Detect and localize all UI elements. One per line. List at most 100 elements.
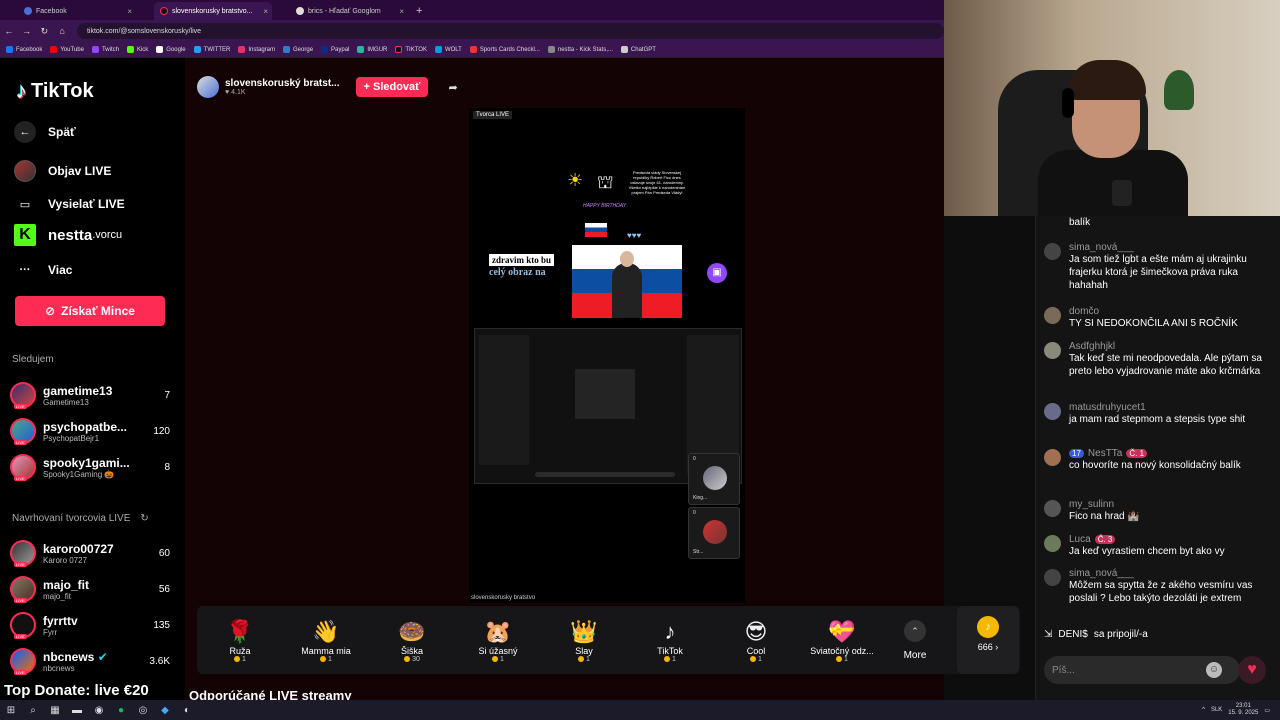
tiktok-logo[interactable]: ♪ TikTok	[16, 78, 94, 104]
avatar[interactable]	[1044, 500, 1061, 517]
following-account[interactable]: LIVE gametime13 Gametime13 7	[10, 380, 170, 410]
lang-indicator[interactable]: SLK	[1211, 707, 1222, 713]
gift-item[interactable]: 👑 Slay 1	[541, 618, 627, 663]
new-tab-button[interactable]: +	[416, 2, 422, 20]
gift-item[interactable]: 😎 Cool 1	[713, 618, 799, 663]
bookmark-item[interactable]: YouTube	[50, 46, 84, 53]
gift-name: Si úžasný	[478, 645, 518, 656]
bookmark-item[interactable]: TWITTER	[193, 46, 230, 53]
suggested-account[interactable]: LIVE fyrrttv Fyrr 135	[10, 610, 170, 640]
bookmark-item[interactable]: WOLT	[434, 46, 462, 53]
guest-tile[interactable]: 0 Str...	[688, 507, 740, 559]
more-gifts-button[interactable]: ⌃ More	[885, 619, 945, 661]
forward-arrow-icon[interactable]: →	[18, 26, 36, 36]
refresh-icon[interactable]: ↻	[140, 513, 148, 524]
spotify-icon[interactable]: ●	[110, 705, 132, 716]
chat-message[interactable]: matusdruhyucet1 ja mam rad stepmom a step…	[1044, 402, 1274, 426]
notification-icon[interactable]: ▭	[1264, 707, 1270, 714]
chat-username[interactable]: Luca Č. 3	[1069, 534, 1225, 545]
sidebar-item-nestta[interactable]: K nestta .vorcu	[14, 224, 122, 246]
sidebar-item-discover-live[interactable]: Objav LIVE	[14, 160, 111, 182]
chat-username[interactable]: domčo	[1069, 306, 1238, 317]
bookmark-item[interactable]: TIKTOK	[395, 46, 427, 53]
gift-item[interactable]: 🍩 Šiška 30	[369, 618, 455, 663]
search-icon[interactable]: ⌕	[22, 705, 44, 716]
bookmark-item[interactable]: Paypal	[321, 46, 349, 53]
share-icon[interactable]: ➦	[448, 81, 457, 94]
tab-google[interactable]: brics - Hľadať Googlom ×	[290, 2, 408, 20]
bookmark-item[interactable]: Kick	[126, 46, 148, 53]
sidebar-item-go-live[interactable]: ▭ Vysielať LIVE	[14, 193, 125, 215]
clock[interactable]: 23:01 15. 9. 2025	[1228, 703, 1258, 717]
bookmark-item[interactable]: IMGUR	[357, 46, 387, 53]
chrome-icon[interactable]: ◉	[88, 705, 110, 716]
back-link[interactable]: ← Späť	[14, 121, 76, 143]
tab-tiktok[interactable]: slovenskorusky bratstvo... ×	[154, 2, 272, 20]
avatar[interactable]	[1044, 449, 1061, 466]
chat-message[interactable]: Asdfghhjkl Tak keď ste mi neodpovedala. A…	[1044, 341, 1274, 378]
bookmark-item[interactable]: Sports Cards Checkl...	[469, 46, 540, 53]
browser-icon[interactable]: ◎	[132, 705, 154, 716]
home-icon[interactable]: ⌂	[53, 26, 71, 36]
avatar[interactable]	[1044, 403, 1061, 420]
taskview-icon[interactable]: ▦	[44, 705, 66, 716]
chat-message[interactable]: domčo TY SI NEDOKONČILA ANI 5 ROČNÍK	[1044, 306, 1274, 330]
follow-button[interactable]: + Sledovať	[355, 77, 429, 97]
chat-username[interactable]: Asdfghhjkl	[1069, 341, 1274, 352]
suggested-account[interactable]: LIVE nbcnews ✔ nbcnews 3.6K	[10, 646, 170, 676]
avatar[interactable]	[1044, 569, 1061, 586]
following-account[interactable]: LIVE spooky1gami... Spooky1Gaming 🎃 8	[10, 452, 170, 482]
chat-username[interactable]: my_sulinn	[1069, 499, 1140, 510]
chat-message[interactable]: balík	[1044, 216, 1274, 229]
bookmark-item[interactable]: Instagram	[238, 46, 275, 53]
coin-balance-button[interactable]: ♪ 666 ›	[957, 606, 1019, 674]
gift-item[interactable]: 🌹 Ruža 1	[197, 618, 283, 663]
bookmark-item[interactable]: Twitch	[91, 46, 119, 53]
chat-message[interactable]: Luca Č. 3 Ja keď vyrastiem chcem byt ako v…	[1044, 534, 1274, 558]
chat-username[interactable]: matusdruhyucet1	[1069, 402, 1245, 413]
chat-username[interactable]: 17 NesTTa Č. 1	[1069, 448, 1241, 459]
reload-icon[interactable]: ↻	[35, 26, 53, 37]
windows-start-icon[interactable]: ⊞	[0, 705, 22, 716]
avatar[interactable]	[197, 76, 219, 98]
avatar[interactable]	[1044, 243, 1061, 260]
back-arrow-icon[interactable]: ←	[0, 26, 18, 36]
suggested-account[interactable]: LIVE majo_fit majo_fit 56	[10, 574, 170, 604]
live-video[interactable]: Tvorca LIVE ☀ ⛫ HAPPY BIRTHDAY Predseda …	[469, 108, 745, 603]
bookmark-item[interactable]: ChatGPT	[620, 46, 656, 53]
chat-message[interactable]: sima_nová___ Ja som tiež lgbt a ešte mám …	[1044, 242, 1274, 292]
chat-username[interactable]: sima_nová___	[1069, 242, 1274, 253]
host-name[interactable]: slovenskoruský bratst...	[225, 78, 340, 89]
guest-tile[interactable]: 0 King...	[688, 453, 740, 505]
bookmark-item[interactable]: Google	[156, 46, 186, 53]
gift-item[interactable]: 👋 Mamma mia 1	[283, 618, 369, 663]
avatar[interactable]	[1044, 535, 1061, 552]
suggested-account[interactable]: LIVE karoro00727 Karoro 0727 60	[10, 538, 170, 568]
sidebar-item-more[interactable]: ··· Viac	[14, 259, 73, 281]
emoji-icon[interactable]: ☺	[1206, 662, 1222, 678]
file-explorer-icon[interactable]: ▬	[66, 705, 88, 716]
chat-message[interactable]: 17 NesTTa Č. 1 co hovoríte na nový konsolid…	[1044, 448, 1274, 472]
close-icon[interactable]: ×	[263, 7, 268, 16]
gift-item[interactable]: 🐹 Si úžasný 1	[455, 618, 541, 663]
obs-icon[interactable]: ◐	[176, 705, 198, 716]
app-icon[interactable]: ◆	[154, 705, 176, 716]
bookmark-item[interactable]: nestta - Kick Stats,...	[547, 46, 613, 53]
url-field[interactable]: tiktok.com/@somslovenskorusky/live	[76, 23, 944, 39]
chat-message[interactable]: sima_nová___ Môžem sa spytta že z akého v…	[1044, 568, 1274, 605]
heart-like-button[interactable]: ♥	[1238, 656, 1266, 684]
get-coins-button[interactable]: ⊘ Získať Mince	[15, 296, 165, 326]
close-icon[interactable]: ×	[127, 7, 132, 16]
avatar[interactable]	[1044, 342, 1061, 359]
following-account[interactable]: LIVE psychopatbe... PsychopatBejr1 120	[10, 416, 170, 446]
tab-facebook[interactable]: Facebook ×	[18, 2, 136, 20]
gift-item[interactable]: ♪ TikTok 1	[627, 618, 713, 663]
gift-item[interactable]: 💝 Sviatočný odz... 1	[799, 618, 885, 663]
chevron-up-icon[interactable]: ^	[1202, 707, 1205, 713]
chat-username[interactable]: sima_nová___	[1069, 568, 1274, 579]
bookmark-item[interactable]: Facebook	[6, 46, 42, 53]
bookmark-item[interactable]: George	[283, 46, 313, 53]
chat-message[interactable]: my_sulinn Fico na hrad 🏰	[1044, 499, 1274, 523]
avatar[interactable]	[1044, 307, 1061, 324]
close-icon[interactable]: ×	[399, 7, 404, 16]
